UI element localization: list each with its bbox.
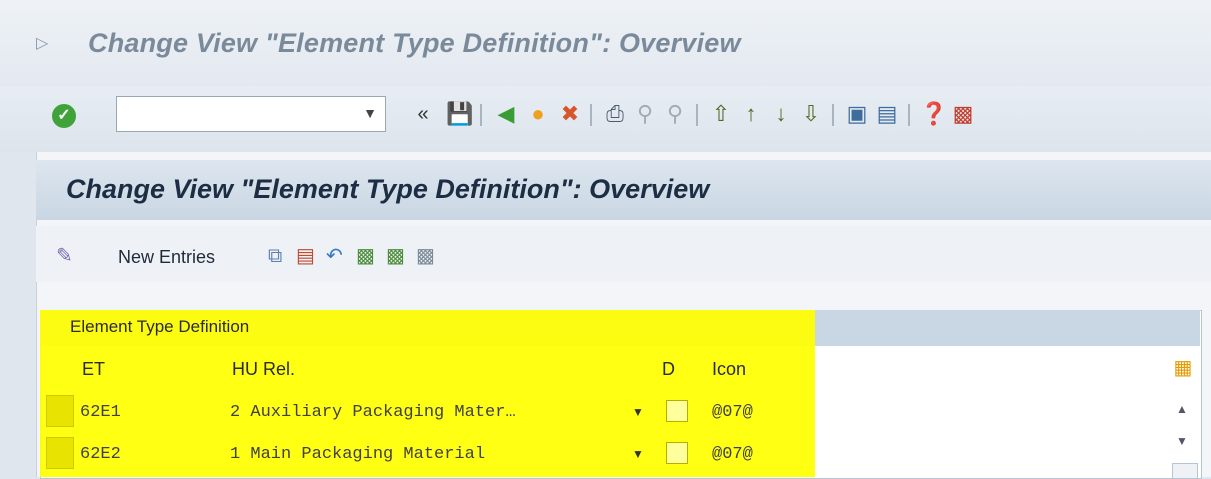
window-menu-icon[interactable]: ▷: [36, 36, 54, 52]
previous-page-icon[interactable]: ↑: [738, 100, 764, 128]
window-title: Change View "Element Type Definition": O…: [88, 28, 741, 58]
cell-icon[interactable]: @07@: [712, 445, 753, 464]
back-icon[interactable]: ◀: [493, 100, 519, 128]
table-settings-icon[interactable]: ▦: [1170, 356, 1196, 380]
cancel-icon[interactable]: ✖: [557, 100, 583, 128]
cell-et[interactable]: 62E2: [80, 445, 121, 464]
column-header-et[interactable]: ET: [82, 359, 105, 380]
toolbar-separator: [908, 104, 910, 126]
display-change-icon[interactable]: ✎: [56, 244, 73, 268]
page-title: Change View "Element Type Definition": O…: [66, 174, 710, 204]
deselect-all-icon[interactable]: ▩: [416, 244, 435, 268]
delete-icon[interactable]: ▤: [296, 244, 315, 268]
new-entries-button[interactable]: New Entries: [118, 247, 215, 268]
toolbar-separator: [696, 104, 698, 126]
toolbar-separator: [480, 104, 482, 126]
first-page-icon[interactable]: ⇧: [708, 100, 734, 128]
save-icon[interactable]: 💾: [446, 100, 473, 128]
row-selector[interactable]: [46, 437, 74, 469]
exit-icon[interactable]: ●: [525, 100, 551, 128]
toolbar-separator: [832, 104, 834, 126]
shortcut-icon[interactable]: ▤: [874, 100, 900, 128]
scroll-down-icon[interactable]: ▼: [1176, 434, 1188, 448]
chevron-down-icon[interactable]: ▼: [363, 105, 377, 121]
column-header-icon[interactable]: Icon: [712, 359, 746, 380]
find-next-icon[interactable]: ⚲: [662, 100, 688, 128]
print-icon[interactable]: ⎙: [602, 100, 628, 128]
column-header-d[interactable]: D: [662, 359, 675, 380]
scroll-up-icon[interactable]: ▲: [1176, 402, 1188, 416]
cell-hu-rel[interactable]: 1 Main Packaging Material: [230, 445, 485, 464]
enter-check-icon[interactable]: ✓: [52, 104, 76, 128]
cell-et[interactable]: 62E1: [80, 403, 121, 422]
find-icon[interactable]: ⚲: [632, 100, 658, 128]
table-caption: Element Type Definition: [70, 317, 250, 336]
toolbar-separator: [590, 104, 592, 126]
last-page-icon[interactable]: ⇩: [798, 100, 824, 128]
next-page-icon[interactable]: ↓: [768, 100, 794, 128]
new-session-icon[interactable]: ▣: [844, 100, 870, 128]
help-icon[interactable]: ❓: [920, 100, 947, 128]
select-block-icon[interactable]: ▩: [386, 244, 405, 268]
undo-icon[interactable]: ↶: [326, 244, 343, 268]
cell-hu-rel[interactable]: 2 Auxiliary Packaging Mater…: [230, 403, 516, 422]
command-field[interactable]: ▼: [116, 96, 386, 132]
copy-as-icon[interactable]: ⧉: [268, 244, 282, 268]
checkbox-d[interactable]: [666, 442, 688, 464]
checkbox-d[interactable]: [666, 400, 688, 422]
row-selector[interactable]: [46, 395, 74, 427]
column-header-hu-rel[interactable]: HU Rel.: [232, 359, 295, 380]
dropdown-arrow-icon[interactable]: ▼: [632, 405, 644, 419]
collapse-icon[interactable]: «: [410, 100, 436, 128]
select-all-icon[interactable]: ▩: [356, 244, 375, 268]
customize-layout-icon[interactable]: ▩: [950, 100, 976, 128]
dropdown-arrow-icon[interactable]: ▼: [632, 447, 644, 461]
cell-icon[interactable]: @07@: [712, 403, 753, 422]
